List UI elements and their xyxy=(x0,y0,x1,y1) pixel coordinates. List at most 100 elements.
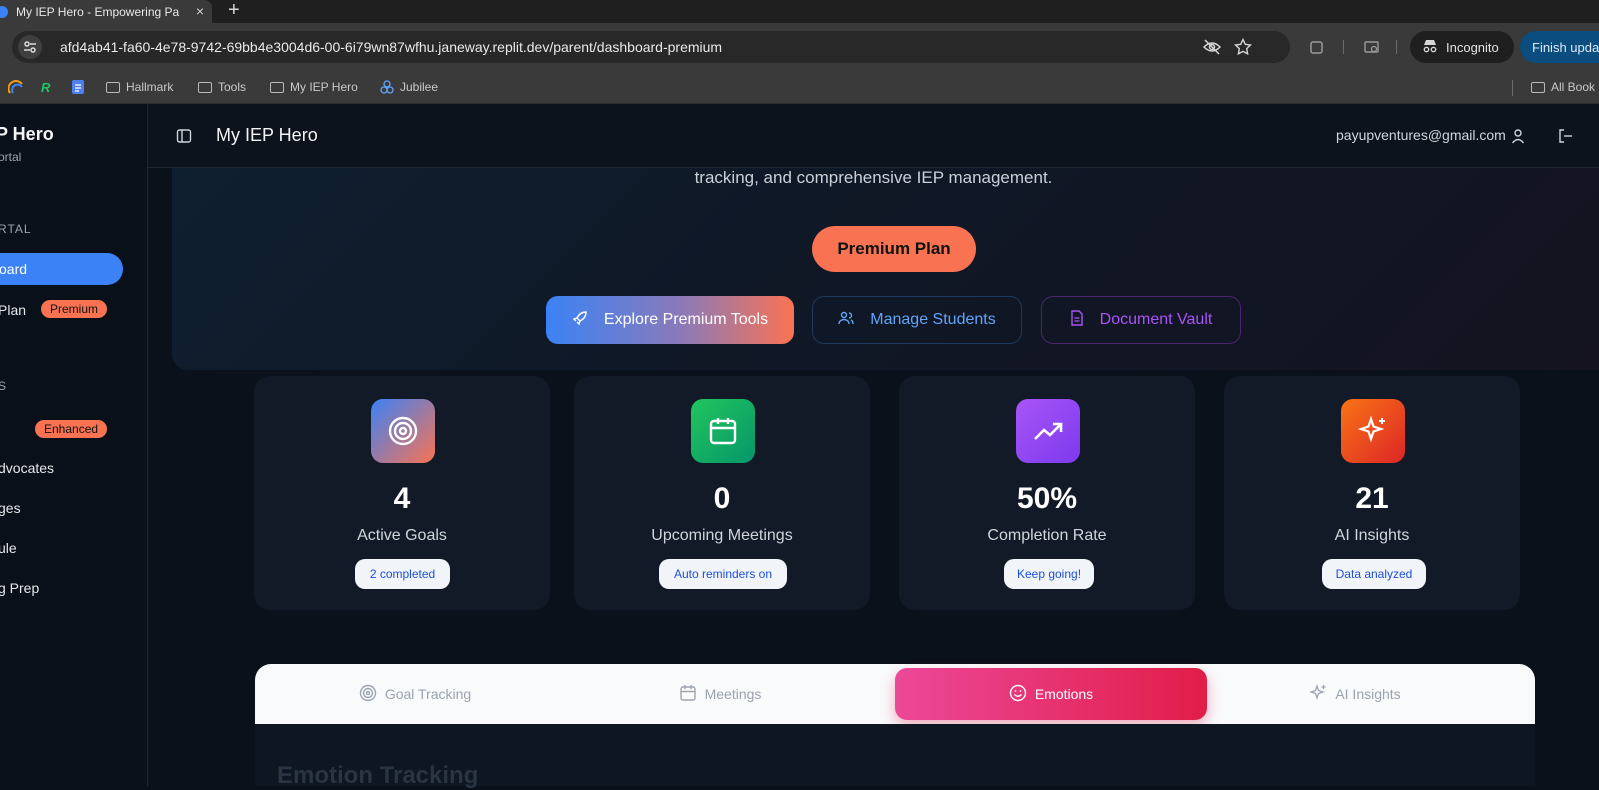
favicon-icon xyxy=(0,5,8,18)
user-email: payupventures@gmail.com xyxy=(1336,127,1506,143)
sparkles-icon xyxy=(1341,399,1405,463)
stat-card-ai-insights: 21 AI Insights Data analyzed xyxy=(1224,376,1520,610)
manage-students-button[interactable]: Manage Students xyxy=(812,296,1022,344)
target-icon xyxy=(359,684,377,705)
page-title: My IEP Hero xyxy=(216,125,318,145)
sidebar-item-dashboard[interactable]: oard xyxy=(0,253,123,285)
stat-label: Completion Rate xyxy=(987,527,1107,544)
toolbar-divider xyxy=(1343,40,1344,54)
bookmark-label: Tools xyxy=(218,80,247,94)
bookmark-label: My IEP Hero xyxy=(290,80,358,94)
vault-button-label: Document Vault xyxy=(1099,311,1213,328)
stat-chip: Keep going! xyxy=(1004,559,1094,589)
app-header: My IEP Hero payupventures@gmail.com xyxy=(148,104,1599,168)
bookmark-link[interactable]: Jubilee xyxy=(380,78,438,96)
sidebar-item-schedule[interactable]: ule xyxy=(0,540,17,556)
enhanced-badge[interactable]: Enhanced xyxy=(35,420,108,438)
sidebar-section-tools: S xyxy=(0,379,8,393)
tab-search-icon[interactable] xyxy=(1362,37,1382,57)
stat-value: 50% xyxy=(1016,482,1078,515)
folder-icon xyxy=(106,81,120,93)
hero-description: tracking, and comprehensive IEP manageme… xyxy=(694,168,1053,187)
tab-label: Meetings xyxy=(704,686,762,702)
bookmarks-divider xyxy=(1512,80,1513,96)
toolbar-divider xyxy=(1396,40,1397,54)
stat-chip: Auto reminders on xyxy=(659,559,787,589)
svg-text:R: R xyxy=(41,80,51,94)
browser-toolbar: afd4ab41-fa60-4e78-9742-69bb4e3004d6-00-… xyxy=(0,23,1599,70)
emotions-panel: Emotion Tracking xyxy=(255,724,1535,789)
url-text[interactable]: afd4ab41-fa60-4e78-9742-69bb4e3004d6-00-… xyxy=(60,39,722,55)
sidebar-item-plan[interactable]: Plan xyxy=(0,302,26,318)
sidebar-toggle-icon[interactable] xyxy=(176,128,192,144)
rocket-icon xyxy=(572,310,588,331)
tab-label: Goal Tracking xyxy=(384,686,472,702)
explore-button-label: Explore Premium Tools xyxy=(603,311,769,328)
bookmark-folder[interactable]: Hallmark xyxy=(106,78,173,96)
dashboard-tabs: Goal Tracking Meetings Emotions AI Insig… xyxy=(255,664,1535,724)
sidebar-item-meeting-prep[interactable]: g Prep xyxy=(0,580,39,596)
tab-meetings[interactable]: Meetings xyxy=(640,668,800,720)
stat-value: 0 xyxy=(713,482,731,515)
all-bookmarks-label: All Book xyxy=(1551,80,1596,94)
tab-label: Emotions xyxy=(1034,686,1094,702)
incognito-icon xyxy=(1422,39,1438,56)
bookmark-folder[interactable]: My IEP Hero xyxy=(270,78,358,96)
bookmark-docs-icon[interactable] xyxy=(71,78,85,96)
stat-value: 21 xyxy=(1355,482,1389,515)
premium-plan-badge: Premium Plan xyxy=(812,226,976,272)
folder-icon xyxy=(270,81,284,93)
bookmark-folder[interactable]: Tools xyxy=(198,78,246,96)
folder-icon xyxy=(198,81,212,93)
stat-card-completion-rate: 50% Completion Rate Keep going! xyxy=(899,376,1195,610)
stat-value: 4 xyxy=(393,482,411,515)
bookmark-label: Hallmark xyxy=(126,80,174,94)
new-tab-icon[interactable]: + xyxy=(228,0,240,20)
stat-card-upcoming-meetings: 0 Upcoming Meetings Auto reminders on xyxy=(574,376,870,610)
calendar-icon xyxy=(691,399,755,463)
calendar-icon xyxy=(679,684,697,705)
all-bookmarks[interactable]: All Book xyxy=(1531,78,1595,96)
sidebar-item-messages[interactable]: ges xyxy=(0,500,21,516)
stat-chip: 2 completed xyxy=(355,559,450,589)
browser-tab[interactable]: My IEP Hero - Empowering Pa × xyxy=(0,0,212,23)
close-tab-icon[interactable]: × xyxy=(196,3,204,19)
sidebar-section-portal: RTAL xyxy=(0,222,32,236)
jubilee-icon xyxy=(380,80,394,94)
site-settings-icon[interactable] xyxy=(18,35,42,59)
premium-badge: Premium xyxy=(41,300,108,318)
bookmark-rainbow-icon[interactable] xyxy=(8,78,24,96)
sidebar-item-advocates[interactable]: dvocates xyxy=(0,460,54,476)
users-icon xyxy=(838,310,854,331)
bookmark-label: Jubilee xyxy=(400,80,439,94)
incognito-indicator[interactable]: Incognito xyxy=(1410,31,1514,63)
stat-label: AI Insights xyxy=(1334,527,1410,544)
eye-off-icon[interactable] xyxy=(1202,37,1222,57)
stat-chip: Data analyzed xyxy=(1322,559,1426,589)
smile-icon xyxy=(1009,684,1027,705)
finish-update-button[interactable]: Finish upda xyxy=(1520,31,1599,63)
stat-label: Active Goals xyxy=(357,527,447,544)
address-bar[interactable]: afd4ab41-fa60-4e78-9742-69bb4e3004d6-00-… xyxy=(12,31,1290,63)
extensions-icon[interactable] xyxy=(1307,37,1327,57)
tab-ai-insights[interactable]: AI Insights xyxy=(1275,668,1435,720)
user-icon[interactable] xyxy=(1510,128,1526,144)
trending-up-icon xyxy=(1016,399,1080,463)
explore-premium-tools-button[interactable]: Explore Premium Tools xyxy=(546,296,794,344)
tab-emotions[interactable]: Emotions xyxy=(895,668,1207,720)
sidebar: P Hero ortal RTAL oard Plan Premium S En… xyxy=(0,104,148,786)
students-button-label: Manage Students xyxy=(870,311,996,328)
stat-label: Upcoming Meetings xyxy=(651,527,793,544)
file-text-icon xyxy=(1070,309,1084,331)
folder-icon xyxy=(1531,81,1545,93)
bookmark-r-icon[interactable]: R xyxy=(40,78,54,96)
tab-label: AI Insights xyxy=(1335,686,1401,702)
brand-title: P Hero xyxy=(0,124,54,144)
logout-icon[interactable] xyxy=(1558,128,1574,144)
browser-tab-title: My IEP Hero - Empowering Pa xyxy=(16,4,180,19)
target-icon xyxy=(371,399,435,463)
browser-tabstrip: My IEP Hero - Empowering Pa × + xyxy=(0,0,1599,23)
star-icon[interactable] xyxy=(1233,37,1253,57)
tab-goal-tracking[interactable]: Goal Tracking xyxy=(315,668,515,720)
document-vault-button[interactable]: Document Vault xyxy=(1041,296,1241,344)
